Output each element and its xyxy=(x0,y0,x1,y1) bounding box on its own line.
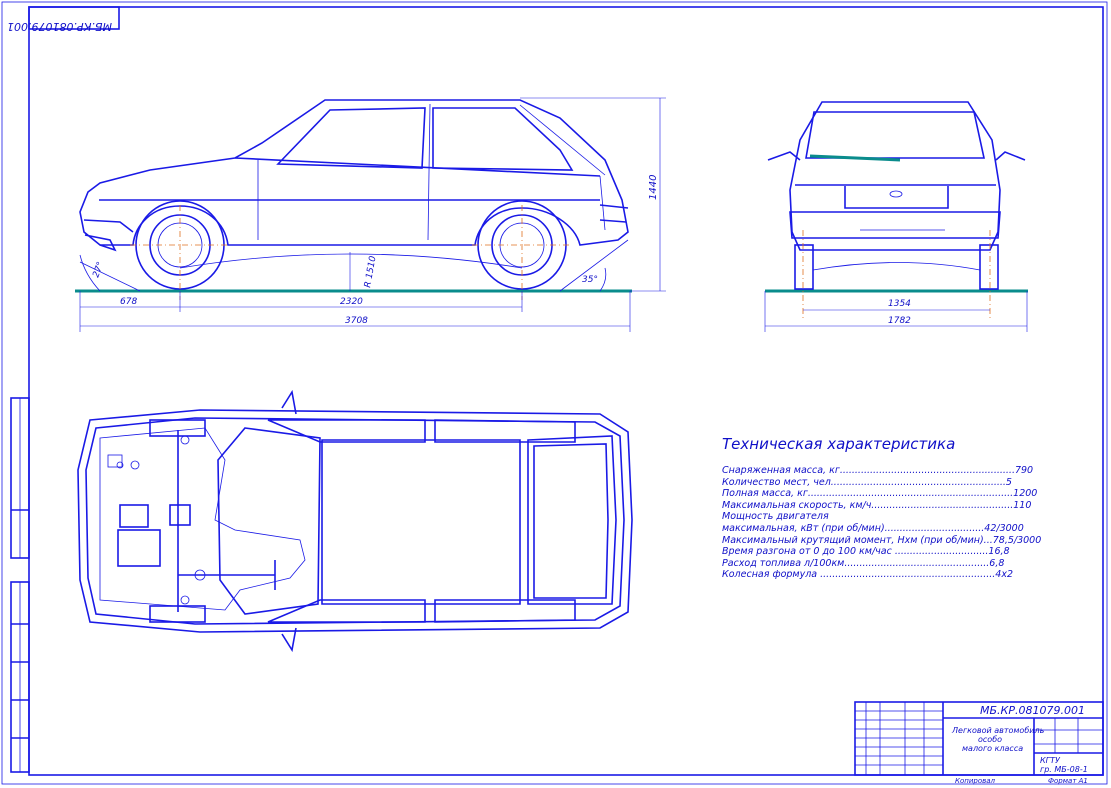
rear-left-wheel xyxy=(794,244,814,290)
title-org-line1: КГТУ xyxy=(1040,756,1061,765)
rear-tailgate-panel xyxy=(795,184,996,209)
doc-code: МБ.КР.081079.001 xyxy=(980,704,1085,717)
wheelbase-label: 2320 xyxy=(340,297,363,307)
spec-row: Снаряженная масса, кг...................… xyxy=(722,465,1034,476)
side-rear-pillar xyxy=(519,104,606,176)
clearance-arc xyxy=(179,253,523,269)
spec-row: Полная масса, кг........................… xyxy=(722,488,1038,500)
rear-window xyxy=(805,111,985,159)
top-rear-window-inner xyxy=(533,443,609,599)
outer-frame xyxy=(1,1,1108,785)
spec-row: Расход топлива л/100км..................… xyxy=(722,557,1005,569)
title-name-line3: малого класса xyxy=(962,744,1023,753)
rear-body-outline xyxy=(789,101,1001,251)
top-roof xyxy=(321,439,521,605)
spec-row: Максимальная скорость, км/ч.............… xyxy=(722,499,1032,511)
drawing-sheet: МБ.КР.081079.001 1440 R 1510 27° 35° 678… xyxy=(1,1,1108,785)
rear-bumper xyxy=(789,211,1001,239)
spec-row: Мощность двигателя xyxy=(722,511,829,523)
side-door-lines xyxy=(257,103,606,241)
top-left-code-box: МБ.КР.081079.001 xyxy=(7,6,120,33)
spec-row: Максимальный крутящий момент, Нхм (при о… xyxy=(722,534,1042,546)
title-org-line2: гр. МБ-08-1 xyxy=(1040,765,1088,774)
top-windshield xyxy=(217,427,321,615)
format-label: Формат А1 xyxy=(1048,777,1088,785)
departure-angle-label: 35° xyxy=(582,275,598,285)
spec-row: Время разгона от 0 до 100 км/час .......… xyxy=(722,546,1010,558)
approach-angle-label: 27° xyxy=(91,261,106,279)
total-width-label: 1782 xyxy=(888,316,911,326)
side-shoulder-line xyxy=(234,157,601,177)
title-name-line1: Легковой автомобиль xyxy=(951,726,1045,735)
clearance-label: R 1510 xyxy=(363,255,378,289)
side-view: 1440 R 1510 27° 35° 678 2320 3708 xyxy=(75,97,666,332)
top-left-code: МБ.КР.081079.001 xyxy=(7,20,112,33)
rear-wiper xyxy=(809,154,901,162)
technical-specs: Техническая характеристика Снаряженная м… xyxy=(722,435,1042,581)
rear-axle-curve xyxy=(812,262,981,271)
top-body-inner xyxy=(85,417,625,625)
inner-frame xyxy=(28,6,1104,776)
height-dim-label: 1440 xyxy=(648,175,659,200)
copied-label: Копировал xyxy=(955,777,996,785)
side-body-outline xyxy=(79,99,629,246)
spec-row: Количество мест, чел....................… xyxy=(722,476,1012,488)
top-engine-block xyxy=(119,504,149,528)
specs-title: Техническая характеристика xyxy=(722,435,956,453)
top-left-window xyxy=(267,419,426,443)
top-view xyxy=(77,389,633,653)
left-side-stamps xyxy=(10,397,30,773)
rear-right-wheel xyxy=(979,244,999,290)
side-rear-window xyxy=(432,107,574,171)
approach-angle-lines xyxy=(79,254,141,292)
total-length-label: 3708 xyxy=(345,316,368,326)
top-rear-window xyxy=(527,435,617,605)
rear-view: 1354 1782 xyxy=(764,101,1028,332)
spec-row: максимальная, кВт (при об/мин)..........… xyxy=(722,522,1024,534)
title-block: МБ.КР.081079.001 Легковой автомобиль осо… xyxy=(854,701,1104,785)
spec-row: Колесная формула .......................… xyxy=(722,569,1013,581)
track-label: 1354 xyxy=(888,299,911,309)
title-name-line2: особо xyxy=(978,735,1002,744)
front-overhang-label: 678 xyxy=(120,297,137,307)
